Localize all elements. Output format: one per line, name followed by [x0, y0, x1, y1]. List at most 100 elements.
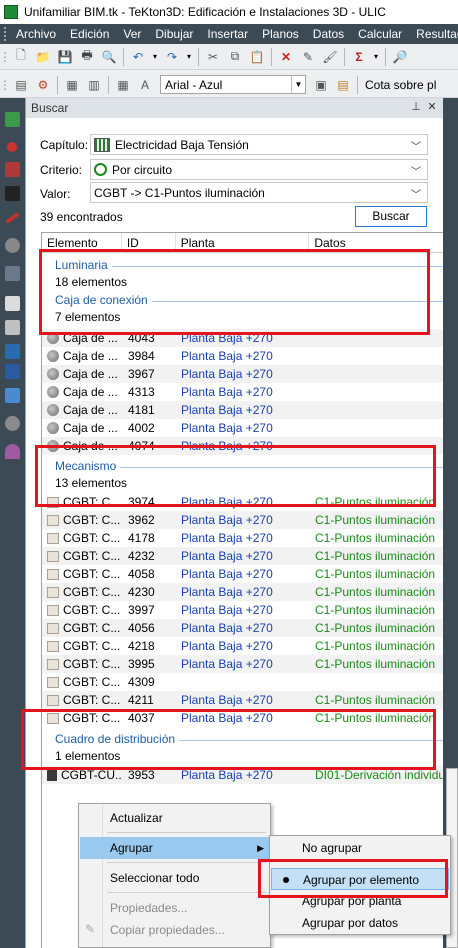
close-icon[interactable]: ✕: [425, 100, 439, 114]
table-row[interactable]: CGBT: C... 4211 Planta Baja +270 C1-Punt…: [42, 691, 444, 709]
cell-id: 4002: [128, 421, 155, 435]
font-style-select[interactable]: Arial - Azul ▼: [160, 75, 306, 94]
cell-datos: C1-Puntos iluminación: [315, 549, 436, 563]
switch-icon: [47, 676, 59, 688]
electrical-panel-icon: [94, 137, 110, 152]
pencil-tool-icon[interactable]: [5, 344, 20, 359]
grid-icon[interactable]: ▦: [63, 76, 81, 94]
menu-calcular[interactable]: Calcular: [351, 27, 409, 41]
capitulo-select[interactable]: Electricidad Baja Tensión ﹀: [90, 134, 428, 155]
cell-elemento: CGBT-CU...: [61, 768, 122, 782]
menu-insertar[interactable]: Insertar: [200, 27, 255, 41]
switch-icon: [47, 532, 59, 544]
table-row[interactable]: Caja de ... 3967 Planta Baja +270: [42, 365, 444, 383]
table-row[interactable]: CGBT: C... 4232 Planta Baja +270 C1-Punt…: [42, 547, 444, 565]
line-tool-icon[interactable]: [5, 212, 20, 224]
redo-dropdown-icon[interactable]: ▾: [185, 48, 193, 66]
table-row[interactable]: CGBT: C... 4056 Planta Baja +270 C1-Punt…: [42, 619, 444, 637]
submenu-arrow-icon: ▶: [257, 843, 264, 853]
box-tool-icon[interactable]: [5, 186, 20, 201]
cell-id: 4181: [128, 403, 155, 417]
table-row[interactable]: Caja de ... 3984 Planta Baja +270: [42, 347, 444, 365]
junction-box-icon: [47, 350, 59, 362]
zoom-icon[interactable]: 🔎: [391, 48, 409, 66]
save-icon[interactable]: 💾: [56, 48, 74, 66]
toolbar-grip-icon: ⋮: [0, 77, 11, 92]
sigma-icon[interactable]: Σ: [350, 48, 368, 66]
menu-resultados[interactable]: Resultados: [409, 27, 458, 41]
menu-datos[interactable]: Datos: [306, 27, 351, 41]
rotate-tool-icon[interactable]: [5, 416, 20, 431]
table-row[interactable]: CGBT: C... 3997 Planta Baja +270 C1-Punt…: [42, 601, 444, 619]
brush-icon[interactable]: 🖌: [321, 48, 339, 66]
menu-item-propiedades[interactable]: Propiedades...: [80, 897, 270, 919]
menu-item-seleccionar-todo[interactable]: Seleccionar todo: [80, 867, 270, 889]
text-style-icon[interactable]: A: [136, 76, 154, 94]
menu-edicion[interactable]: Edición: [63, 27, 116, 41]
cell-planta: Planta Baja +270: [181, 768, 273, 782]
table-row[interactable]: Caja de ... 4002 Planta Baja +270: [42, 419, 444, 437]
sheet-icon[interactable]: ▥: [85, 76, 103, 94]
criterio-select[interactable]: Por circuito ﹀: [90, 159, 428, 180]
menu-dibujar[interactable]: Dibujar: [148, 27, 200, 41]
toolbar-separator: [198, 47, 199, 66]
criterio-value: Por circuito: [112, 162, 173, 177]
table-row[interactable]: CGBT: C... 4218 Planta Baja +270 C1-Punt…: [42, 637, 444, 655]
junction-box-icon: [47, 368, 59, 380]
text-color-icon[interactable]: ▣: [312, 76, 330, 94]
open-folder-icon[interactable]: 📁: [34, 48, 52, 66]
edit-icon[interactable]: ✎: [299, 48, 317, 66]
redo-icon[interactable]: ↷: [163, 48, 181, 66]
pin-icon[interactable]: ⊥: [409, 100, 423, 114]
select-tool-icon[interactable]: [5, 112, 20, 127]
print-icon[interactable]: 🖶: [78, 48, 96, 66]
delete-icon[interactable]: ✕: [277, 48, 295, 66]
print-preview-icon[interactable]: 🔍: [100, 48, 118, 66]
device-tool-icon[interactable]: [5, 162, 20, 177]
text-format-icon[interactable]: ▤: [334, 76, 352, 94]
table-row[interactable]: CGBT: C... 3995 Planta Baja +270 C1-Punt…: [42, 655, 444, 673]
table-row[interactable]: CGBT: C... 3962 Planta Baja +270 C1-Punt…: [42, 511, 444, 529]
table-row[interactable]: Caja de ... 4313 Planta Baja +270: [42, 383, 444, 401]
valor-select[interactable]: CGBT -> C1-Puntos iluminación ﹀: [90, 182, 428, 203]
calendar-icon[interactable]: ▦: [114, 76, 132, 94]
point-tool-icon[interactable]: [7, 142, 17, 152]
curve-tool-icon[interactable]: [5, 444, 20, 459]
cut-icon[interactable]: ✂: [204, 48, 222, 66]
paste-icon[interactable]: 📋: [248, 48, 266, 66]
undo-icon[interactable]: ↶: [129, 48, 147, 66]
image-tool-icon[interactable]: [5, 320, 20, 335]
switch-icon: [47, 658, 59, 670]
table-row[interactable]: CGBT: C... 4058 Planta Baja +270 C1-Punt…: [42, 565, 444, 583]
fill-tool-icon[interactable]: [5, 364, 20, 379]
table-row[interactable]: CGBT: C... 4178 Planta Baja +270 C1-Punt…: [42, 529, 444, 547]
properties-icon[interactable]: ⚙: [34, 76, 52, 94]
table-row[interactable]: CGBT: C... 4309: [42, 673, 444, 691]
cota-label[interactable]: Cota sobre pl: [365, 78, 436, 92]
submenu-item-agrupar-por-datos[interactable]: Agrupar por datos: [271, 912, 449, 934]
menu-item-copiar-propiedades[interactable]: Copiar propiedades...: [80, 919, 270, 941]
cell-id: 4178: [128, 531, 155, 545]
measure-tool-icon[interactable]: [5, 388, 20, 403]
menu-archivo[interactable]: Archivo: [9, 27, 63, 41]
table-row[interactable]: Caja de ... 4181 Planta Baja +270: [42, 401, 444, 419]
plan-tool-icon[interactable]: [5, 296, 20, 311]
layers-icon[interactable]: ▤: [12, 76, 30, 94]
submenu-item-no-agrupar[interactable]: No agrupar: [271, 837, 449, 859]
table-row[interactable]: CGBT: C... 4230 Planta Baja +270 C1-Punt…: [42, 583, 444, 601]
new-file-icon[interactable]: 🗋: [12, 48, 30, 66]
menu-item-actualizar[interactable]: Actualizar: [80, 807, 270, 829]
wall-tool-icon[interactable]: [5, 266, 20, 281]
toolbar-separator: [57, 75, 58, 94]
buscar-button[interactable]: Buscar: [355, 206, 427, 227]
switch-icon: [47, 550, 59, 562]
menu-ver[interactable]: Ver: [116, 27, 148, 41]
sigma-dropdown-icon[interactable]: ▾: [372, 48, 380, 66]
cell-elemento: Caja de ...: [63, 367, 118, 381]
menu-planos[interactable]: Planos: [255, 27, 306, 41]
valor-value: CGBT -> C1-Puntos iluminación: [94, 185, 265, 200]
arc-tool-icon[interactable]: [5, 238, 20, 253]
undo-dropdown-icon[interactable]: ▾: [151, 48, 159, 66]
copy-icon[interactable]: ⧉: [226, 48, 244, 66]
menu-item-agrupar[interactable]: Agrupar ▶: [80, 837, 270, 859]
